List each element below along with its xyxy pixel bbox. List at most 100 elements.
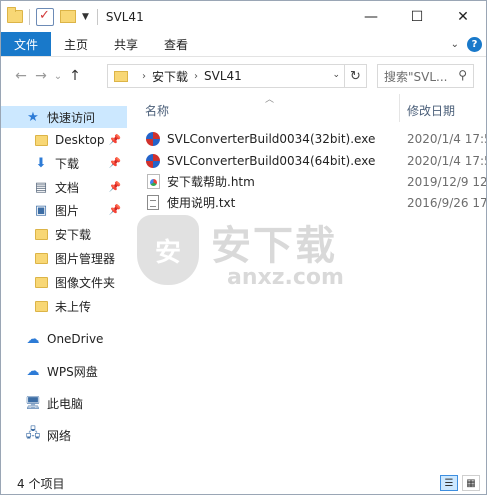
file-date: 2020/1/4 17:5: [407, 131, 487, 146]
toolbar-divider: [29, 8, 30, 25]
computer-icon: 🖥: [24, 395, 42, 411]
sidebar-item-network[interactable]: 🖧 网络: [1, 424, 127, 446]
document-icon: ▤: [34, 179, 48, 195]
sidebar-item-documents[interactable]: ▤ 文档 📌: [1, 176, 127, 198]
pin-icon[interactable]: 📌: [109, 158, 121, 169]
sidebar-item-picture-manager[interactable]: 图片管理器: [1, 247, 127, 269]
star-icon: ★: [27, 109, 39, 125]
html-file-icon: [145, 174, 161, 190]
file-name: 使用说明.txt: [167, 196, 236, 210]
file-name: SVLConverterBuild0034(32bit).exe: [167, 131, 376, 146]
address-folder-icon: [114, 70, 128, 82]
text-file-icon: [145, 195, 161, 211]
exe-app-icon: [145, 131, 161, 147]
column-date-modified[interactable]: 修改日期: [407, 102, 455, 119]
ribbon-right-controls: ⌄ ?: [451, 32, 482, 57]
sidebar-item-label: Desktop: [55, 133, 105, 147]
file-name: SVLConverterBuild0034(64bit).exe: [167, 153, 376, 168]
window-title: SVL41: [105, 9, 144, 24]
sidebar-item-this-pc[interactable]: 🖥 此电脑: [1, 392, 127, 414]
sidebar-item-label: WPS网盘: [47, 364, 98, 379]
address-dropdown-chevron-icon[interactable]: ⌄: [332, 70, 340, 80]
sidebar-item-label: 快速访问: [47, 110, 96, 125]
view-buttons: ☰ ▦: [440, 475, 480, 491]
properties-icon[interactable]: [36, 7, 54, 26]
folder-icon: [33, 275, 49, 289]
sidebar-item-not-uploaded[interactable]: 未上传: [1, 295, 127, 317]
breadcrumb-item[interactable]: SVL41: [204, 69, 242, 83]
window-controls: — ☐ ✕: [348, 1, 486, 32]
cloud-icon: ☁: [26, 363, 40, 379]
sidebar-item-quick-access[interactable]: ★ 快速访问: [1, 106, 127, 128]
title-bar: ▼ SVL41 — ☐ ✕: [1, 1, 486, 32]
new-folder-icon[interactable]: [60, 10, 76, 23]
sidebar-item-label: 此电脑: [47, 396, 84, 411]
sidebar-item-pictures[interactable]: ▣ 图片 📌: [1, 199, 127, 221]
refresh-icon[interactable]: ↻: [344, 65, 366, 87]
file-row[interactable]: SVLConverterBuild0034(32bit).exe 2020/1/…: [145, 128, 486, 149]
navigation-pane: ★ 快速访问 Desktop 📌 ⬇ 下载 📌 ▤ 文档 📌 ▣ 图片 📌 安下…: [1, 94, 129, 471]
file-row[interactable]: SVLConverterBuild0034(64bit).exe 2020/1/…: [145, 150, 486, 171]
folder-icon: [33, 251, 49, 265]
file-date: 2020/1/4 17:5: [407, 153, 487, 168]
file-name: 安下载帮助.htm: [167, 175, 255, 189]
file-row[interactable]: 安下载帮助.htm 2019/12/9 12:: [145, 171, 486, 192]
download-arrow-icon: ⬇: [35, 155, 47, 171]
recent-locations-chevron-icon[interactable]: ⌄: [51, 71, 65, 82]
folder-icon: [33, 299, 49, 313]
cloud-icon: ☁: [26, 331, 40, 347]
tab-file[interactable]: 文件: [1, 32, 52, 56]
address-bar[interactable]: › 安下载 › SVL41 ⌄ ↻: [107, 64, 367, 88]
file-list: ︿ 名称 修改日期 SVLConverterBuild0034(32bit).e…: [129, 94, 486, 471]
tab-view[interactable]: 查看: [151, 32, 201, 56]
search-input[interactable]: 搜索"SVL... ⚲: [377, 64, 474, 88]
sidebar-item-label: 网络: [47, 428, 72, 443]
tab-share[interactable]: 共享: [101, 32, 151, 56]
details-view-icon[interactable]: ☰: [440, 475, 458, 491]
search-icon: ⚲: [458, 68, 467, 82]
file-date: 2016/9/26 17:: [407, 195, 487, 210]
sidebar-item-onedrive[interactable]: ☁ OneDrive: [1, 328, 127, 350]
sidebar-item-label: 安下载: [55, 227, 92, 242]
breadcrumb-separator-icon[interactable]: ›: [142, 71, 146, 82]
pin-icon[interactable]: 📌: [109, 205, 121, 216]
sidebar-item-label: 图片管理器: [55, 251, 116, 266]
up-arrow-icon[interactable]: ↑: [65, 68, 85, 84]
column-name[interactable]: 名称: [145, 102, 169, 119]
sidebar-item-label: 未上传: [55, 299, 92, 314]
back-arrow-icon[interactable]: ←: [11, 68, 31, 84]
network-icon: 🖧: [25, 426, 41, 441]
pin-icon[interactable]: 📌: [109, 135, 121, 146]
column-header: ︿ 名称 修改日期: [129, 94, 486, 122]
large-icons-view-icon[interactable]: ▦: [462, 475, 480, 491]
pin-icon[interactable]: 📌: [109, 182, 121, 193]
picture-icon: ▣: [34, 202, 48, 218]
sidebar-item-wps-drive[interactable]: ☁ WPS网盘: [1, 360, 127, 382]
search-placeholder: 搜索"SVL...: [384, 69, 448, 84]
folder-icon[interactable]: [7, 7, 23, 23]
customize-toolbar-chevron-icon[interactable]: ▼: [82, 12, 89, 22]
sidebar-item-label: 图片: [55, 203, 80, 218]
file-row[interactable]: 使用说明.txt 2016/9/26 17:: [145, 192, 486, 213]
minimize-button[interactable]: —: [348, 1, 394, 32]
forward-arrow-icon[interactable]: →: [31, 68, 51, 84]
sidebar-item-anxiazai[interactable]: 安下载: [1, 223, 127, 245]
expand-ribbon-chevron-icon[interactable]: ⌄: [451, 39, 459, 50]
title-divider: [96, 8, 98, 25]
sidebar-item-label: 图像文件夹: [55, 275, 116, 290]
sidebar-item-label: 文档: [55, 180, 80, 195]
maximize-button[interactable]: ☐: [394, 1, 440, 32]
sidebar-item-image-folder[interactable]: 图像文件夹: [1, 271, 127, 293]
column-divider[interactable]: [399, 94, 400, 122]
breadcrumb-separator-icon[interactable]: ›: [194, 71, 198, 82]
folder-icon: [33, 227, 49, 241]
ribbon-tabs: 文件 主页 共享 查看 ⌄ ?: [1, 32, 486, 57]
sidebar-item-label: 下载: [55, 156, 80, 171]
breadcrumb-item[interactable]: 安下载: [152, 68, 188, 85]
help-icon[interactable]: ?: [467, 37, 482, 52]
sidebar-item-desktop[interactable]: Desktop 📌: [1, 129, 127, 151]
close-button[interactable]: ✕: [440, 1, 486, 32]
status-bar: 4 个项目 ☰ ▦: [1, 471, 486, 494]
sidebar-item-downloads[interactable]: ⬇ 下载 📌: [1, 152, 127, 174]
tab-home[interactable]: 主页: [51, 32, 101, 56]
